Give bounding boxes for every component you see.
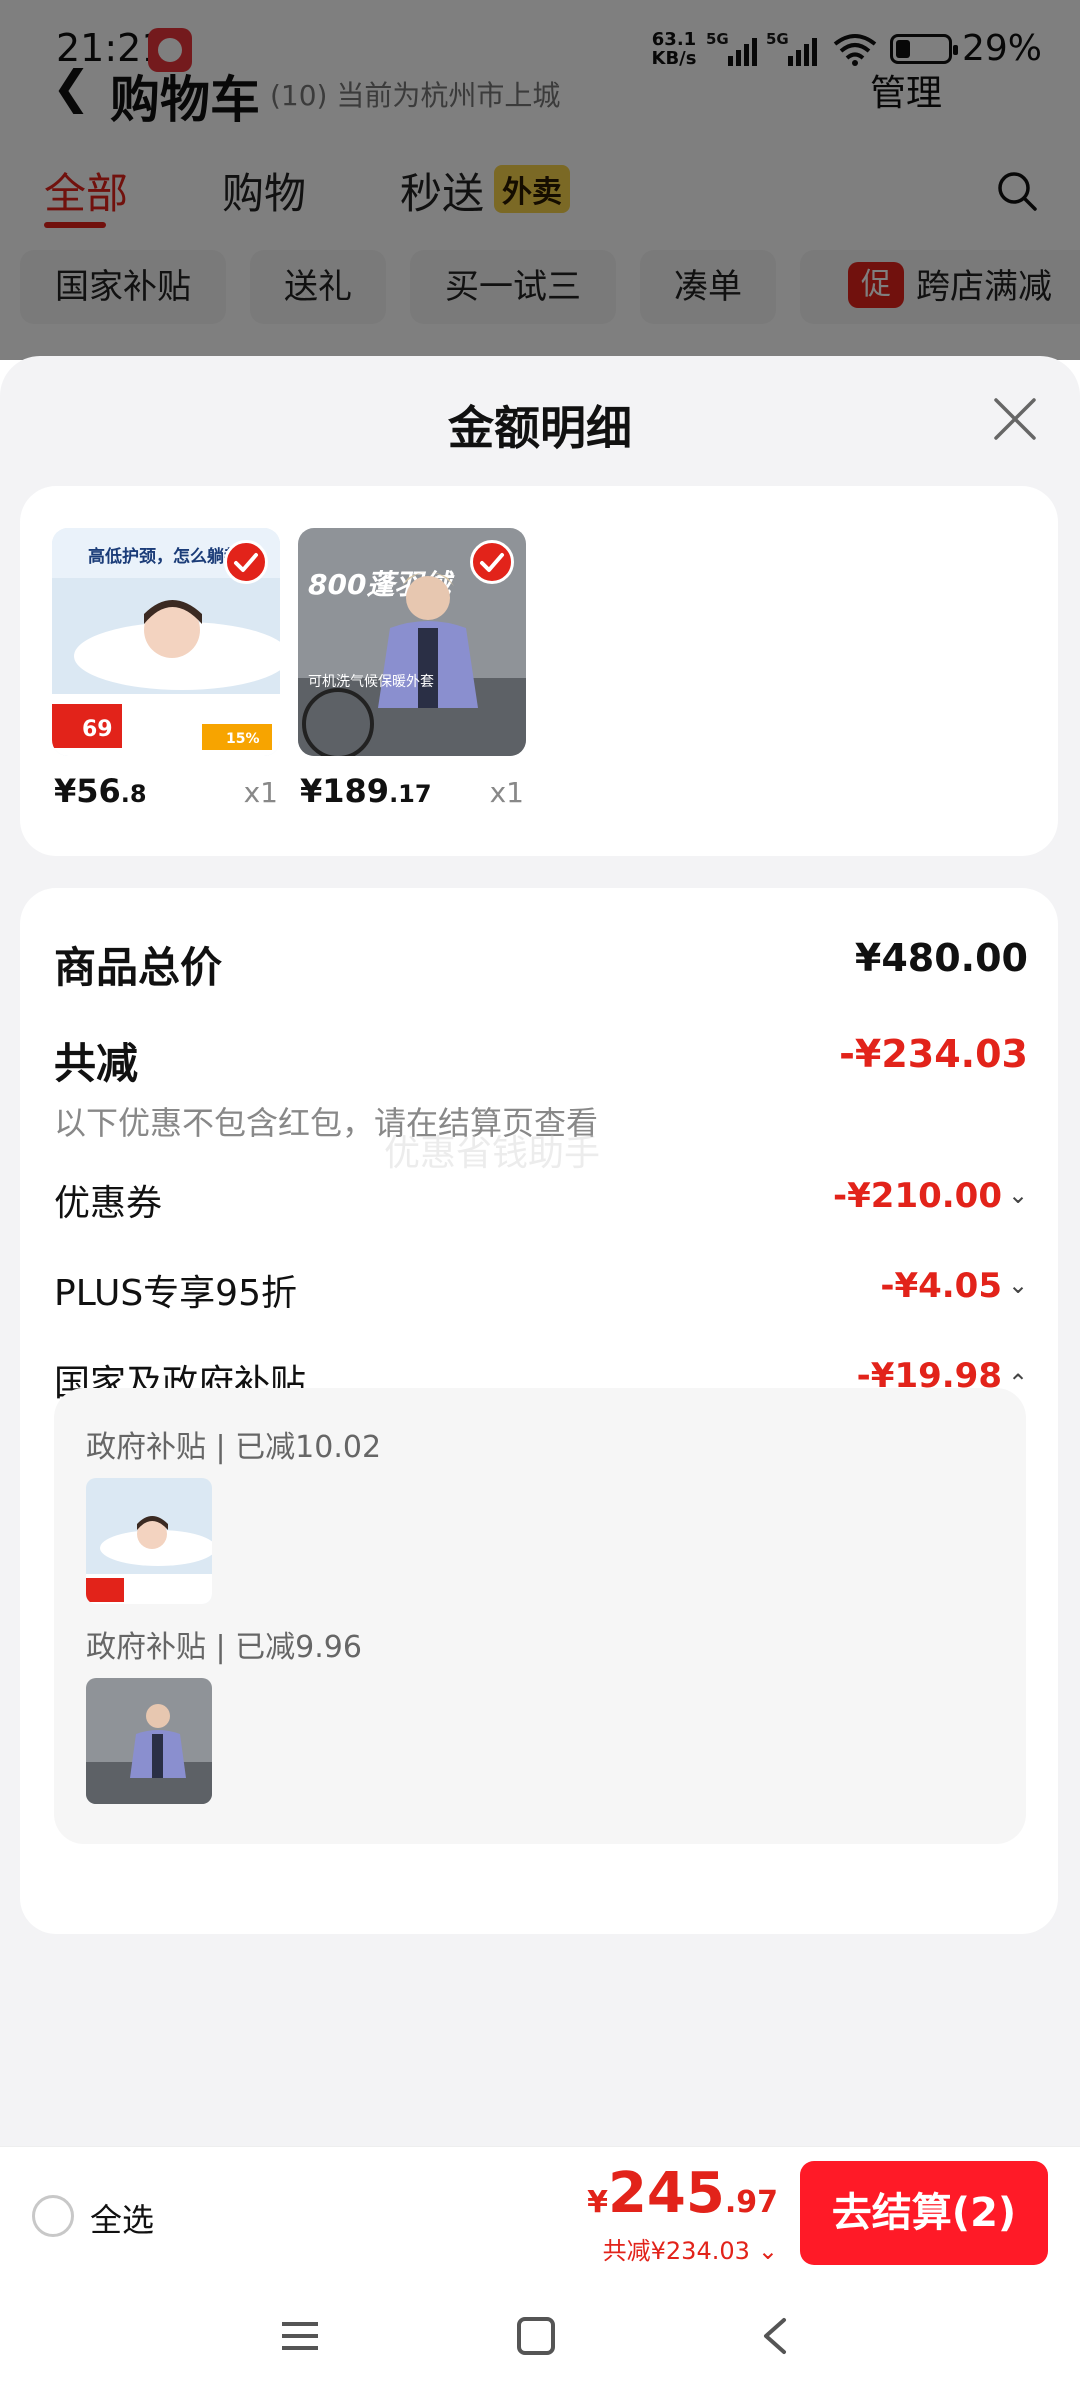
plus-discount-label: PLUS专享95折 <box>54 1273 297 1314</box>
total-decimal: .97 <box>724 2185 778 2220</box>
plus-discount-row[interactable]: -¥4.05 ⌄ <box>880 1266 1028 1306</box>
coupon-label: 优惠券 <box>54 1183 163 1224</box>
thumb-caption: 可机洗气候保暖外套 <box>308 674 434 690</box>
subsidy-line: 政府补贴 | 已减10.02 <box>86 1430 382 1465</box>
checked-icon[interactable] <box>470 540 514 584</box>
total-discount-value: -¥234.03 <box>839 1032 1028 1076</box>
price-integer: 56 <box>76 772 121 810</box>
back-icon[interactable] <box>756 2316 796 2356</box>
product-price: ¥189.17 <box>300 772 432 810</box>
coupon-row[interactable]: -¥210.00 ⌄ <box>833 1176 1028 1216</box>
subsidy-line: 政府补贴 | 已减9.96 <box>86 1630 362 1665</box>
home-icon[interactable] <box>516 2316 556 2356</box>
total-saved-toggle[interactable]: 共减¥234.03 ⌄ <box>603 2231 778 2266</box>
thumb-price: 69 <box>82 717 113 742</box>
product-item[interactable]: 800蓬羽绒 可机洗气候保暖外套 ¥189.17 x1 <box>298 528 526 818</box>
select-all-radio[interactable] <box>32 2195 74 2237</box>
product-item[interactable]: 高低护颈，怎么躺都舒 69 15% ¥56.8 x1 <box>52 528 280 818</box>
menu-icon[interactable] <box>280 2316 320 2356</box>
system-nav-bar <box>0 2276 1080 2400</box>
watermark-text: 优惠省钱助手 <box>384 1133 601 1174</box>
price-symbol: ¥ <box>300 772 323 810</box>
checkout-bar: 全选 ¥245.97 共减¥234.03 ⌄ 去结算(2) <box>0 2146 1080 2276</box>
goods-total-value: ¥480.00 <box>854 936 1028 980</box>
price-decimal: .8 <box>120 780 147 808</box>
close-icon[interactable] <box>988 392 1042 446</box>
product-quantity: x1 <box>489 776 524 809</box>
price-breakdown-card: 商品总价 ¥480.00 共减 -¥234.03 以下优惠不包含红包，请在结算页… <box>20 888 1058 1934</box>
select-all-label[interactable]: 全选 <box>90 2195 154 2241</box>
total-saved-text: 共减¥234.03 <box>602 2237 750 2265</box>
chevron-down-icon[interactable]: ⌄ <box>1008 1271 1028 1299</box>
total-price: ¥245.97 <box>587 2161 778 2226</box>
down-jacket-product-image <box>86 1678 212 1804</box>
chevron-down-icon[interactable]: ⌄ <box>1008 1181 1028 1209</box>
checkout-button[interactable]: 去结算(2) <box>800 2161 1048 2265</box>
price-integer: 189 <box>322 772 390 810</box>
coupon-value: -¥210.00 <box>833 1176 1002 1216</box>
pillow-product-image <box>86 1478 212 1604</box>
total-integer: 245 <box>607 2161 725 2226</box>
sheet-title: 金额明细 <box>448 401 632 455</box>
product-price: ¥56.8 <box>54 772 147 810</box>
selected-products-card: 高低护颈，怎么躺都舒 69 15% ¥56.8 x1 800蓬羽绒 可机洗气候保… <box>20 486 1058 856</box>
product-quantity: x1 <box>243 776 278 809</box>
plus-discount-value: -¥4.05 <box>880 1266 1002 1306</box>
goods-total-label: 商品总价 <box>54 943 223 992</box>
price-symbol: ¥ <box>54 772 77 810</box>
price-decimal: .17 <box>389 780 432 808</box>
chevron-down-icon[interactable]: ⌄ <box>758 2237 778 2265</box>
subsidy-detail-panel: 政府补贴 | 已减10.02 政府补贴 | 已减9.96 <box>54 1388 1026 1844</box>
total-discount-label: 共减 <box>54 1039 139 1088</box>
amount-detail-sheet: 金额明细 高低护颈，怎么躺都舒 69 15% ¥56.8 x1 800蓬羽绒 可… <box>0 356 1080 2146</box>
total-currency: ¥ <box>587 2185 608 2220</box>
thumb-discount: 15% <box>226 731 260 747</box>
checked-icon[interactable] <box>224 540 268 584</box>
modal-overlay[interactable] <box>0 0 1080 360</box>
